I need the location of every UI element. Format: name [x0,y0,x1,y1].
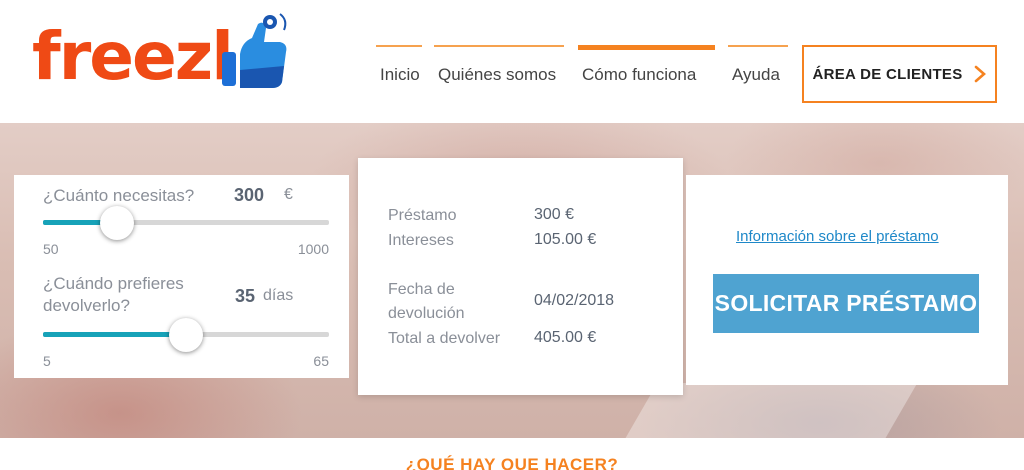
days-value: 35 [235,286,256,306]
client-area-label: ÁREA DE CLIENTES [812,65,963,83]
loan-calculator-panel: ¿Cuánto necesitas? 300 € 50 1000 ¿Cuándo… [14,175,349,378]
total-value: 405.00 € [534,329,597,346]
logo-wordmark: freezl [32,18,234,95]
amount-slider-handle[interactable] [100,206,135,240]
loan-label: Préstamo [388,207,457,224]
days-question-line2: devolverlo? [43,296,130,315]
interest-label: Intereses [388,232,454,249]
client-area-button[interactable]: ÁREA DE CLIENTES [802,45,997,103]
site-header: freezl Inicio Quiénes somos Cómo funcion… [0,0,1024,123]
return-date-label-line2: devolución [388,305,465,322]
chevron-right-icon [974,65,986,83]
amount-min-label: 50 [43,241,59,257]
interest-value: 105.00 € [534,231,597,248]
amount-max-label: 1000 [297,241,329,257]
nav-item-ayuda[interactable]: Ayuda [728,45,788,105]
loan-value: 300 € [534,206,575,223]
nav-item-label: Ayuda [732,65,780,84]
thumbs-up-logo-icon [222,13,287,88]
days-slider-handle[interactable] [169,318,203,352]
nav-item-label: Cómo funciona [582,65,697,84]
freezl-logo[interactable]: freezl [32,12,292,90]
days-max-label: 65 [313,353,329,369]
days-unit: días [263,287,294,304]
nav-item-quienes-somos[interactable]: Quiénes somos [434,45,564,105]
amount-unit: € [284,186,293,203]
days-min-label: 5 [43,353,51,369]
section-title: ¿QUÉ HAY QUE HACER? [405,455,619,470]
nav-item-label: Inicio [380,65,420,84]
apply-loan-button[interactable]: SOLICITAR PRÉSTAMO [713,274,979,333]
nav-item-como-funciona[interactable]: Cómo funciona [578,45,715,105]
loan-info-link[interactable]: Información sobre el préstamo [736,228,939,245]
return-date-label-line1: Fecha de [388,281,455,298]
amount-question: ¿Cuánto necesitas? [43,186,195,205]
days-question-line1: ¿Cuándo prefieres [43,274,184,293]
amount-value: 300 [234,185,265,205]
nav-item-inicio[interactable]: Inicio [376,45,422,105]
total-label: Total a devolver [388,330,501,347]
nav-item-label: Quiénes somos [438,65,557,84]
loan-summary-panel: Préstamo 300 € Intereses 105.00 € Fecha … [358,158,683,395]
days-slider-fill [43,332,186,337]
return-date-value: 04/02/2018 [534,292,615,309]
